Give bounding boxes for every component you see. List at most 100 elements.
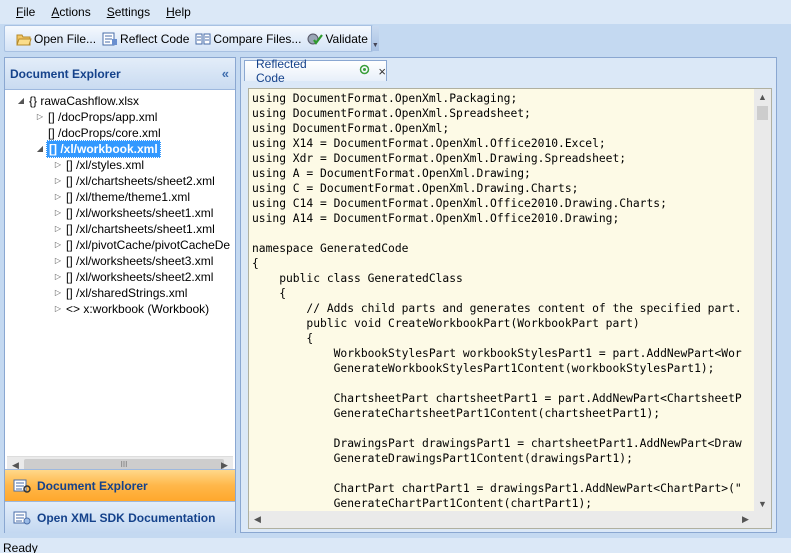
nav-document-explorer[interactable]: Document Explorer (5, 469, 235, 501)
tab-reflected-code-label: Reflected Code (256, 57, 307, 85)
nav-sdk-documentation-label: Open XML SDK Documentation (37, 510, 216, 525)
tab-pin-icon[interactable] (359, 64, 370, 78)
open-file-button[interactable]: Open File... (13, 28, 99, 50)
compare-files-button[interactable]: Compare Files... (192, 28, 304, 50)
menu-help[interactable]: Help (158, 0, 199, 24)
code-line: namespace GeneratedCode (252, 242, 409, 255)
code-line: using C14 = DocumentFormat.OpenXml.Offic… (252, 197, 667, 210)
tree-item-label: {} rawaCashflow.xlsx (29, 94, 140, 108)
toolbar-overflow-button[interactable]: ▼ (370, 26, 379, 51)
scroll-thumb[interactable] (757, 106, 768, 120)
toolbar: Open File... Reflect Code Compare Files.… (4, 25, 379, 52)
status-bar: Ready (0, 538, 791, 553)
code-line: { (252, 287, 287, 300)
code-line: { (252, 257, 259, 270)
tree-item-shared-strings[interactable]: ▷ [] /xl/sharedStrings.xml (52, 285, 189, 301)
tree-item-chartsheet-sheet1[interactable]: ▷ [] /xl/chartsheets/sheet1.xml (52, 221, 217, 237)
menu-file[interactable]: File (8, 0, 43, 24)
nav-sdk-documentation[interactable]: Open XML SDK Documentation (5, 501, 235, 533)
tree-item-theme1[interactable]: ▷ [] /xl/theme/theme1.xml (52, 189, 192, 205)
code-line: WorkbookStylesPart workbookStylesPart1 =… (252, 347, 742, 360)
code-line: using DocumentFormat.OpenXml.Spreadsheet… (252, 107, 531, 120)
expand-toggle-icon[interactable]: ▷ (52, 285, 64, 301)
code-text[interactable]: using DocumentFormat.OpenXml.Packaging; u… (252, 91, 754, 511)
expand-toggle-icon[interactable]: ▷ (52, 173, 64, 189)
code-line: using C = DocumentFormat.OpenXml.Drawing… (252, 182, 579, 195)
tree-item-app-xml[interactable]: ▷ [] /docProps/app.xml (34, 109, 159, 125)
menu-help-label: elp (174, 5, 191, 19)
menu-settings[interactable]: Settings (99, 0, 158, 24)
tree-item-styles-xml[interactable]: ▷ [] /xl/styles.xml (52, 157, 146, 173)
code-line: // Adds child parts and generates conten… (252, 302, 742, 315)
tree-item-worksheet-sheet3[interactable]: ▷ [] /xl/worksheets/sheet3.xml (52, 253, 215, 269)
expand-toggle-icon[interactable]: ▷ (52, 221, 64, 237)
tree-item-workbook-element[interactable]: ▷ <> x:workbook (Workbook) (52, 301, 211, 317)
scroll-left-icon[interactable]: ◀ (249, 511, 266, 528)
tree-item-core-xml[interactable]: [] /docProps/core.xml (34, 125, 163, 141)
code-horizontal-scrollbar[interactable]: ◀ ▶ (249, 511, 771, 528)
reflect-code-icon (102, 31, 118, 47)
expand-toggle-icon[interactable]: ▷ (52, 253, 64, 269)
collapse-toggle-icon[interactable]: ◢ (15, 93, 27, 109)
status-text: Ready (3, 541, 38, 553)
tree-item-label: <> x:workbook (Workbook) (66, 302, 210, 316)
compare-files-icon (195, 31, 211, 47)
expand-toggle-icon[interactable]: ▷ (52, 269, 64, 285)
documentation-icon (13, 510, 31, 526)
tree-item-label: [] /xl/workbook.xml (46, 140, 161, 158)
menu-settings-mnemonic: S (106, 5, 115, 19)
tree-item-label: [] /xl/worksheets/sheet2.xml (66, 270, 214, 284)
menu-actions-label: ctions (59, 5, 91, 19)
code-editor[interactable]: using DocumentFormat.OpenXml.Packaging; u… (248, 88, 772, 529)
scroll-up-icon[interactable]: ▲ (754, 89, 771, 106)
tree-item-root[interactable]: ◢ {} rawaCashflow.xlsx (15, 93, 141, 109)
scroll-right-icon[interactable]: ▶ (737, 511, 754, 528)
expand-toggle-icon[interactable]: ▷ (52, 189, 64, 205)
tree-item-label: [] /docProps/app.xml (48, 110, 158, 124)
menu-settings-label: ettings (114, 5, 151, 19)
document-tree: ◢ {} rawaCashflow.xlsx ▷ [] /docProps/ap… (5, 91, 235, 473)
code-line: public class GeneratedClass (252, 272, 463, 285)
tree-item-workbook-xml[interactable]: ◢ [] /xl/workbook.xml (34, 140, 161, 158)
tree-item-worksheet-sheet2[interactable]: ▷ [] /xl/worksheets/sheet2.xml (52, 269, 215, 285)
tree-item-chartsheet-sheet2[interactable]: ▷ [] /xl/chartsheets/sheet2.xml (52, 173, 217, 189)
document-explorer-header: Document Explorer « (5, 58, 235, 90)
menu-help-mnemonic: H (166, 5, 175, 19)
tree-item-label: [] /xl/chartsheets/sheet2.xml (66, 174, 215, 188)
tree-item-pivot-cache[interactable]: ▷ [] /xl/pivotCache/pivotCacheDe (52, 237, 232, 253)
document-explorer-title: Document Explorer (10, 66, 121, 81)
reflect-code-label: Reflect Code (120, 31, 190, 46)
menu-actions[interactable]: Actions (43, 0, 98, 24)
code-panel: Reflected Code × using DocumentFormat.Op… (240, 57, 777, 533)
code-line: GenerateChartsheetPart1Content(chartshee… (252, 407, 661, 420)
open-file-label: Open File... (34, 31, 97, 46)
expand-toggle-icon[interactable]: ▷ (34, 109, 46, 125)
tree-item-label: [] /xl/sharedStrings.xml (66, 286, 188, 300)
reflect-code-button[interactable]: Reflect Code (99, 28, 192, 50)
tree-item-label: [] /xl/pivotCache/pivotCacheDe (66, 238, 231, 252)
expand-toggle-icon[interactable]: ▷ (52, 205, 64, 221)
code-line: using DocumentFormat.OpenXml; (252, 122, 450, 135)
expand-toggle-icon[interactable]: ▷ (52, 157, 64, 173)
expand-toggle-icon[interactable]: ▷ (52, 237, 64, 253)
code-line: GenerateWorkbookStylesPart1Content(workb… (252, 362, 715, 375)
code-line: GenerateDrawingsPart1Content(drawingsPar… (252, 452, 633, 465)
collapse-toggle-icon[interactable]: ◢ (34, 141, 46, 157)
tab-reflected-code[interactable]: Reflected Code × (244, 57, 387, 85)
tree-item-label: [] /docProps/core.xml (48, 126, 161, 140)
validate-button[interactable]: Validate (304, 28, 370, 50)
code-line: using A = DocumentFormat.OpenXml.Drawing… (252, 167, 531, 180)
close-tab-icon[interactable]: × (378, 64, 386, 79)
code-line: using DocumentFormat.OpenXml.Packaging; (252, 92, 518, 105)
tree-item-label: [] /xl/worksheets/sheet3.xml (66, 254, 214, 268)
collapse-panel-icon[interactable]: « (222, 66, 229, 81)
compare-files-label: Compare Files... (213, 31, 302, 46)
tree-item-label: [] /xl/styles.xml (66, 158, 145, 172)
tree-item-label: [] /xl/theme/theme1.xml (66, 190, 191, 204)
code-vertical-scrollbar[interactable]: ▲ ▼ (754, 89, 771, 513)
tree-item-label: [] /xl/chartsheets/sheet1.xml (66, 222, 215, 236)
tree-item-worksheet-sheet1[interactable]: ▷ [] /xl/worksheets/sheet1.xml (52, 205, 215, 221)
expand-toggle-icon[interactable]: ▷ (52, 301, 64, 317)
